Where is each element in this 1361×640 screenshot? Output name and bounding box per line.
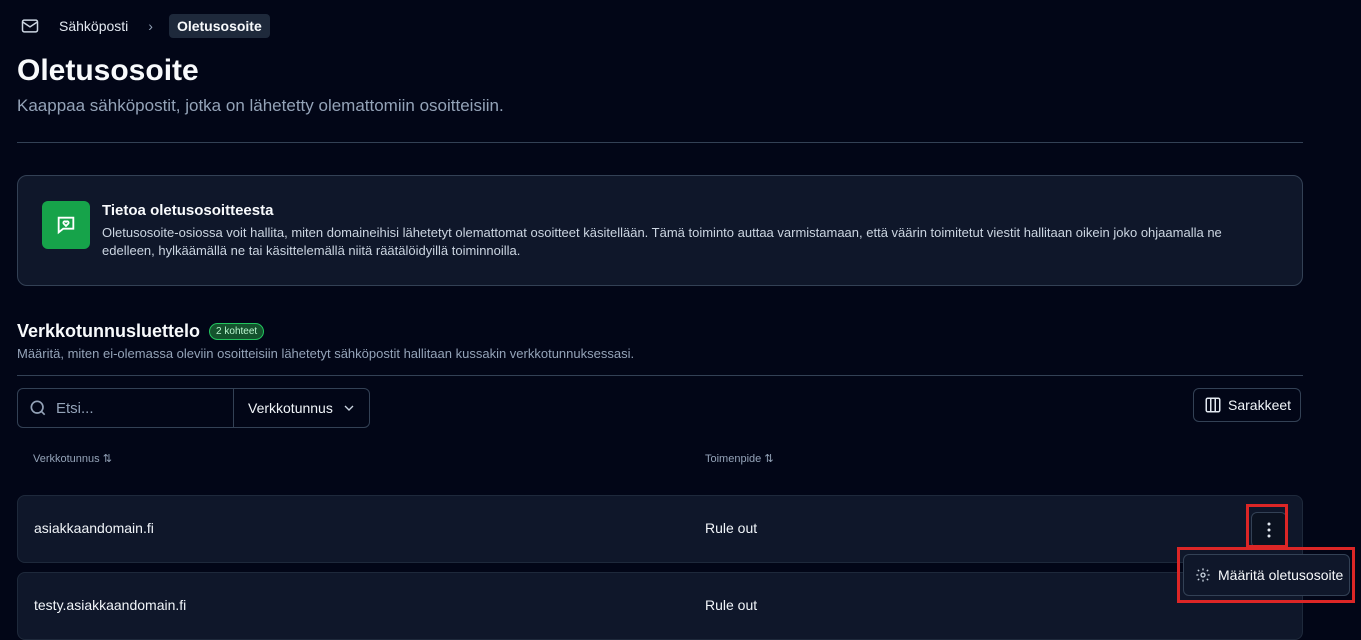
divider xyxy=(17,142,1303,143)
columns-label: Sarakkeet xyxy=(1228,397,1292,413)
info-text: Oletusosoite-osiossa voit hallita, miten… xyxy=(102,225,1222,258)
columns-icon xyxy=(1205,397,1221,413)
domain-filter-select[interactable]: Verkkotunnus xyxy=(234,389,369,427)
page-title: Oletusosoite xyxy=(17,54,199,87)
action-cell: Rule out xyxy=(705,520,758,536)
breadcrumb: Sähköposti › Oletusosoite xyxy=(20,13,270,39)
search-filter-group: Verkkotunnus xyxy=(17,388,370,428)
domain-cell: testy.asiakkaandomain.fi xyxy=(34,597,187,613)
list-subtitle: Määritä, miten ei-olemassa oleviin osoit… xyxy=(17,346,635,361)
column-header-action[interactable]: Toimenpide ⇅ xyxy=(705,452,774,465)
count-badge: 2 kohteet xyxy=(209,323,265,340)
column-header-domain[interactable]: Verkkotunnus ⇅ xyxy=(33,452,112,465)
table-row: asiakkaandomain.fi Rule out xyxy=(17,495,1303,563)
message-heart-icon xyxy=(42,201,90,249)
search-box xyxy=(18,389,234,427)
breadcrumb-parent-link[interactable]: Sähköposti xyxy=(59,18,128,34)
chevron-right-icon: › xyxy=(148,18,153,34)
info-title: Tietoa oletusosoitteesta xyxy=(102,202,274,219)
highlight-box xyxy=(1246,504,1288,548)
table-row: testy.asiakkaandomain.fi Rule out xyxy=(17,572,1303,640)
chevron-down-icon xyxy=(344,405,354,411)
list-title: Verkkotunnusluettelo xyxy=(17,321,201,341)
divider xyxy=(17,375,1303,376)
highlight-box xyxy=(1177,547,1355,603)
page-subtitle: Kaappaa sähköpostit, jotka on lähetetty … xyxy=(17,96,504,115)
info-card: Tietoa oletusosoitteesta Oletusosoite-os… xyxy=(17,175,1303,286)
breadcrumb-current: Oletusosoite xyxy=(168,14,270,38)
search-icon xyxy=(30,400,46,416)
filter-label: Verkkotunnus xyxy=(248,400,333,416)
domain-cell: asiakkaandomain.fi xyxy=(34,520,154,536)
mail-icon xyxy=(21,19,39,33)
action-cell: Rule out xyxy=(705,597,758,613)
list-heading: Verkkotunnusluettelo 2 kohteet xyxy=(17,321,265,342)
search-input[interactable] xyxy=(54,398,228,418)
columns-button[interactable]: Sarakkeet xyxy=(1193,388,1301,422)
